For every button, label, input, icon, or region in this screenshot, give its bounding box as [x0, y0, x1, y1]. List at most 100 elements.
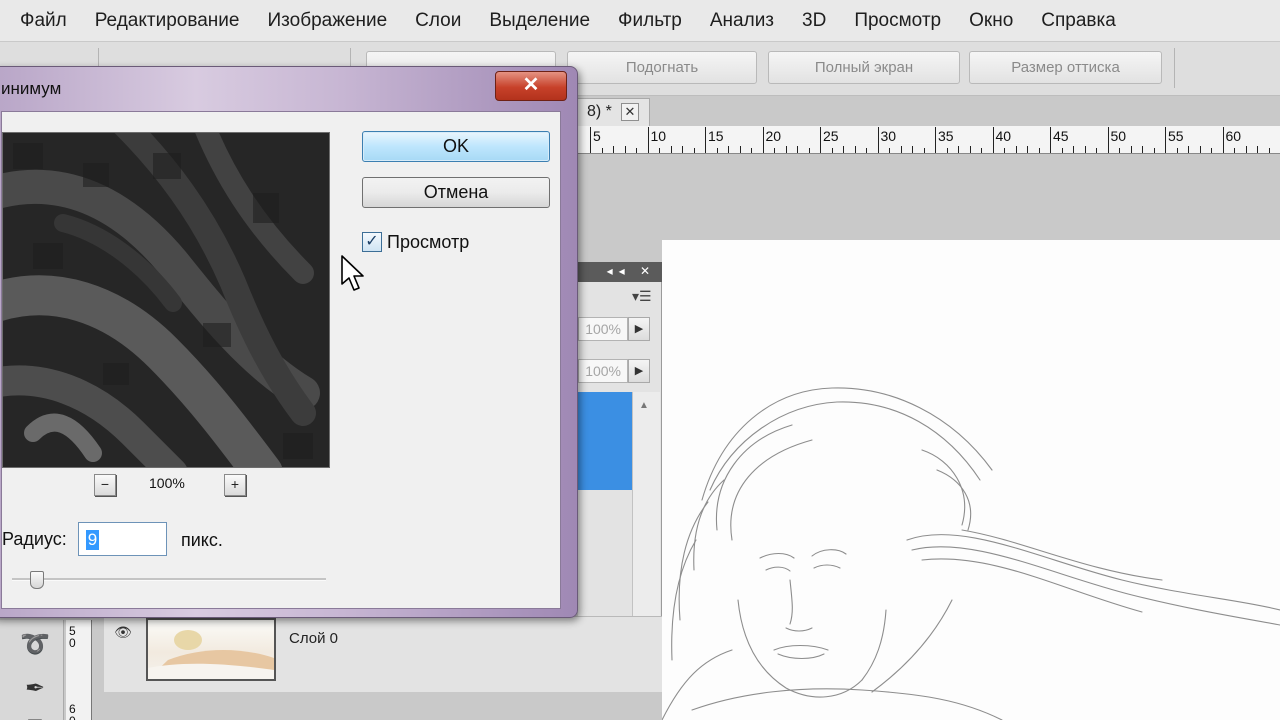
document-tab-label: 8) * — [587, 103, 612, 120]
ruler-tick-label: 35 — [938, 128, 954, 144]
ruler-minor-tick — [1234, 148, 1235, 153]
ruler-minor-tick — [670, 146, 672, 153]
ruler-minor-tick — [739, 146, 741, 153]
ruler-minor-tick — [854, 146, 856, 153]
fill-field[interactable]: 100% — [578, 359, 628, 383]
ruler-minor-tick — [682, 146, 683, 153]
ruler-minor-tick — [613, 146, 614, 153]
layers-panel-header: ◂◂ ✕ — [578, 262, 662, 282]
ruler-major-tick — [1107, 127, 1109, 153]
zoom-in-button[interactable]: + — [224, 474, 246, 496]
menu-image[interactable]: Изображение — [267, 10, 387, 32]
type-icon[interactable]: T — [18, 712, 52, 720]
full-screen-button[interactable]: Полный экран — [768, 51, 960, 84]
opacity-field[interactable]: 100% — [578, 317, 628, 341]
ruler-minor-tick — [659, 148, 660, 153]
ruler-minor-tick — [1084, 146, 1086, 153]
ruler-minor-tick — [981, 148, 982, 153]
radius-slider-thumb[interactable] — [30, 571, 45, 589]
menu-select[interactable]: Выделение — [489, 10, 590, 32]
menu-3d[interactable]: 3D — [802, 10, 826, 32]
ruler-minor-tick — [1004, 148, 1005, 153]
opacity-arrow-icon[interactable]: ▶ — [628, 317, 650, 341]
panel-menu-icon[interactable]: ▾☰ — [632, 288, 652, 305]
radius-slider-track[interactable] — [12, 578, 326, 581]
ruler-tick-label: 5 — [593, 128, 601, 144]
layer-thumbnail[interactable] — [146, 618, 276, 681]
ruler-major-tick — [877, 127, 879, 153]
eye-visibility-icon[interactable]: 👁 — [110, 624, 136, 644]
ruler-minor-tick — [1142, 146, 1143, 153]
ruler-minor-tick — [900, 146, 902, 153]
horizontal-ruler[interactable]: 5 10 15 20 25 30 35 40 45 50 55 60 — [578, 126, 1280, 154]
ruler-major-tick — [1165, 127, 1166, 153]
ruler-major-tick — [647, 127, 649, 153]
tools-panel: ➰ ✒ T — [0, 620, 64, 720]
pen-icon[interactable]: ✒ — [18, 672, 52, 706]
menu-help[interactable]: Справка — [1041, 10, 1116, 32]
filter-preview[interactable] — [2, 132, 330, 468]
menu-layers[interactable]: Слои — [415, 10, 461, 32]
document-canvas[interactable] — [662, 240, 1280, 720]
ruler-tick-label: 15 — [708, 128, 724, 144]
ruler-major-tick — [705, 127, 706, 153]
preview-checkbox[interactable]: ✓ — [362, 232, 382, 252]
ruler-tick-label: 50 — [1110, 128, 1127, 144]
menu-analysis[interactable]: Анализ — [710, 10, 774, 32]
ruler-minor-tick — [1038, 148, 1040, 153]
menu-file[interactable]: Файл — [20, 10, 67, 32]
vertical-ruler-label: 0 — [69, 636, 76, 650]
ruler-minor-tick — [774, 148, 775, 153]
vertical-ruler[interactable]: 5 0 6 0 — [66, 620, 92, 720]
ruler-minor-tick — [843, 146, 844, 153]
panel-collapse-close-icons[interactable]: ◂◂ ✕ — [607, 264, 656, 278]
photoshop-window: Файл Редактирование Изображение Слои Выд… — [0, 0, 1280, 720]
ruler-minor-tick — [912, 146, 913, 153]
ruler-tick-label: 30 — [880, 128, 897, 144]
ruler-minor-tick — [785, 146, 787, 153]
menu-view[interactable]: Просмотр — [854, 10, 941, 32]
fill-arrow-icon[interactable]: ▶ — [628, 359, 650, 383]
zoom-out-button[interactable]: − — [94, 474, 116, 496]
ruler-minor-tick — [1061, 148, 1063, 153]
ruler-minor-tick — [1027, 146, 1028, 153]
ruler-minor-tick — [1199, 146, 1201, 153]
pencil-sketch-image — [662, 387, 1280, 720]
options-separator — [1174, 48, 1175, 88]
ruler-minor-tick — [969, 146, 971, 153]
ruler-tick-label: 40 — [995, 128, 1012, 144]
ruler-minor-tick — [1268, 148, 1270, 153]
preview-image — [3, 133, 329, 467]
fit-screen-button[interactable]: Подогнать — [567, 51, 757, 84]
lasso-icon[interactable]: ➰ — [18, 628, 52, 662]
menu-filter[interactable]: Фильтр — [618, 10, 682, 32]
menu-edit[interactable]: Редактирование — [95, 10, 240, 32]
ruler-tick-label: 10 — [650, 128, 667, 144]
layers-scrollbar[interactable] — [632, 392, 660, 622]
ruler-major-tick — [992, 127, 994, 153]
preview-checkbox-label: Просмотр — [387, 232, 470, 252]
cancel-button[interactable]: Отмена — [362, 177, 550, 208]
ruler-tick-label: 20 — [765, 128, 782, 144]
scroll-up-icon[interactable]: ▲ — [639, 400, 649, 411]
ok-button[interactable]: OK — [362, 131, 550, 162]
ruler-minor-tick — [1211, 148, 1212, 153]
ruler-minor-tick — [624, 146, 626, 153]
ruler-tick-label: 45 — [1053, 128, 1069, 144]
ruler-minor-tick — [1245, 146, 1247, 153]
mouse-cursor-icon — [341, 255, 364, 291]
zoom-level: 100% — [149, 475, 185, 491]
ruler-minor-tick — [831, 148, 833, 153]
print-size-button[interactable]: Размер оттиска — [969, 51, 1162, 84]
ruler-minor-tick — [797, 146, 798, 153]
ruler-minor-tick — [1119, 148, 1120, 153]
menu-window[interactable]: Окно — [969, 10, 1013, 32]
ruler-minor-tick — [716, 148, 718, 153]
ruler-major-tick — [1050, 127, 1051, 153]
close-icon[interactable]: ✕ — [495, 71, 567, 101]
ruler-minor-tick — [946, 148, 948, 153]
ruler-major-tick — [935, 127, 936, 153]
close-tab-icon[interactable]: ✕ — [621, 103, 639, 121]
ruler-minor-tick — [751, 148, 752, 153]
selected-layer-highlight[interactable] — [578, 392, 632, 490]
